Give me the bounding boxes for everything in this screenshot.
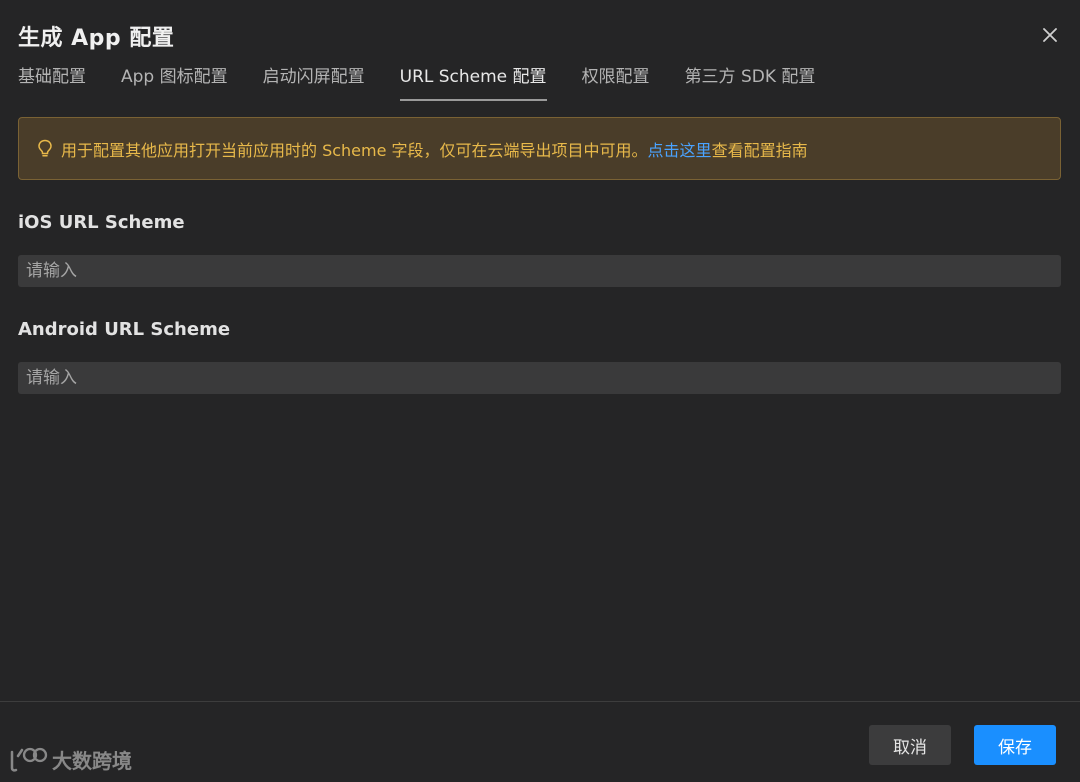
generate-app-config-dialog: 生成 App 配置 基础配置 App 图标配置 启动闪屏配置 URL Schem… xyxy=(0,0,1080,782)
alert-text: 用于配置其他应用打开当前应用时的 Scheme 字段，仅可在云端导出项目中可用。 xyxy=(61,140,648,160)
footer-divider xyxy=(0,701,1080,702)
close-button[interactable] xyxy=(1040,25,1060,45)
info-alert: 用于配置其他应用打开当前应用时的 Scheme 字段，仅可在云端导出项目中可用。… xyxy=(18,117,1061,180)
alert-text-suffix: 查看配置指南 xyxy=(711,140,808,160)
watermark-text: 大数跨境 xyxy=(52,749,132,773)
dialog-title: 生成 App 配置 xyxy=(18,26,175,51)
tab-url-scheme[interactable]: URL Scheme 配置 xyxy=(399,64,547,102)
android-url-scheme-input[interactable] xyxy=(18,362,1061,394)
ios-url-scheme-label: iOS URL Scheme xyxy=(18,212,185,233)
ios-url-scheme-input[interactable] xyxy=(18,255,1061,287)
lightbulb-icon xyxy=(37,139,55,159)
android-url-scheme-label: Android URL Scheme xyxy=(18,319,231,340)
close-icon xyxy=(1043,28,1057,42)
tab-third-party-sdk[interactable]: 第三方 SDK 配置 xyxy=(685,64,816,102)
cancel-button[interactable]: 取消 xyxy=(869,725,951,765)
tab-permissions[interactable]: 权限配置 xyxy=(582,64,650,102)
tab-splash[interactable]: 启动闪屏配置 xyxy=(263,64,365,102)
brand-logo-icon xyxy=(10,747,48,772)
tab-bar: 基础配置 App 图标配置 启动闪屏配置 URL Scheme 配置 权限配置 … xyxy=(18,64,850,104)
save-button[interactable]: 保存 xyxy=(974,725,1056,765)
tab-basic[interactable]: 基础配置 xyxy=(18,64,86,102)
tab-app-icon[interactable]: App 图标配置 xyxy=(121,64,228,102)
guide-link[interactable]: 点击这里 xyxy=(648,137,712,161)
watermark: 大数跨境 xyxy=(8,745,132,774)
